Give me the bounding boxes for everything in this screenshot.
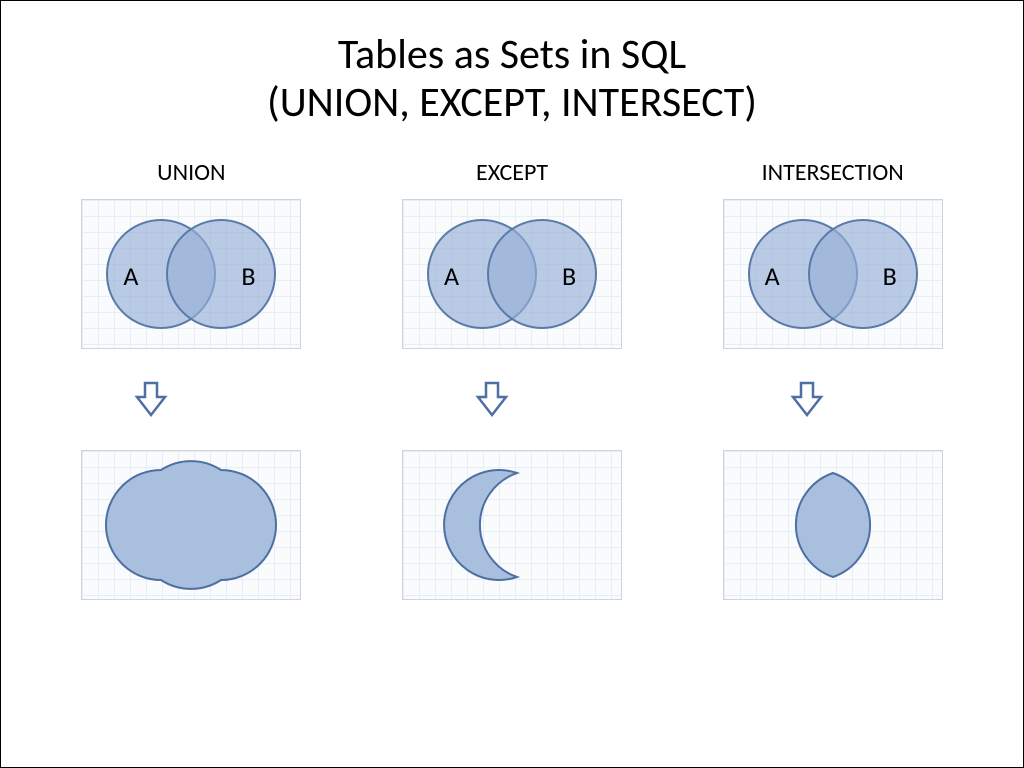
- venn-diagram: A B: [422, 214, 602, 334]
- venn-panel-intersection: A B: [723, 199, 943, 349]
- circle-b: [808, 219, 918, 329]
- title-line-1: Tables as Sets in SQL: [338, 29, 686, 80]
- result-panel-union: [81, 450, 301, 600]
- set-label-b: B: [883, 260, 897, 292]
- down-arrow-icon: [129, 377, 173, 426]
- set-label-b: B: [241, 260, 255, 292]
- column-except: EXCEPT A B: [362, 158, 663, 600]
- result-panel-intersection: [723, 450, 943, 600]
- title-line-2: (UNION, EXCEPT, INTERSECT): [267, 77, 757, 128]
- union-shape-icon: [91, 455, 291, 595]
- crescent-shape-icon: [412, 455, 612, 595]
- circle-b: [487, 219, 597, 329]
- column-union: UNION A B: [41, 158, 342, 600]
- label-union: UNION: [157, 158, 225, 187]
- label-intersection: INTERSECTION: [762, 158, 904, 187]
- slide-title: Tables as Sets in SQL (UNION, EXCEPT, IN…: [41, 31, 983, 128]
- down-arrow-icon: [785, 377, 829, 426]
- down-arrow-icon: [470, 377, 514, 426]
- set-label-a: A: [123, 260, 138, 292]
- label-except: EXCEPT: [476, 158, 548, 187]
- set-label-a: A: [444, 260, 459, 292]
- slide: Tables as Sets in SQL (UNION, EXCEPT, IN…: [1, 1, 1023, 767]
- lens-shape-icon: [733, 455, 933, 595]
- result-panel-except: [402, 450, 622, 600]
- venn-diagram: A B: [743, 214, 923, 334]
- venn-panel-union: A B: [81, 199, 301, 349]
- column-intersection: INTERSECTION A B: [682, 158, 983, 600]
- circle-b: [166, 219, 276, 329]
- venn-diagram: A B: [101, 214, 281, 334]
- venn-panel-except: A B: [402, 199, 622, 349]
- set-label-b: B: [562, 260, 576, 292]
- set-label-a: A: [765, 260, 780, 292]
- columns: UNION A B EXCEP: [41, 158, 983, 600]
